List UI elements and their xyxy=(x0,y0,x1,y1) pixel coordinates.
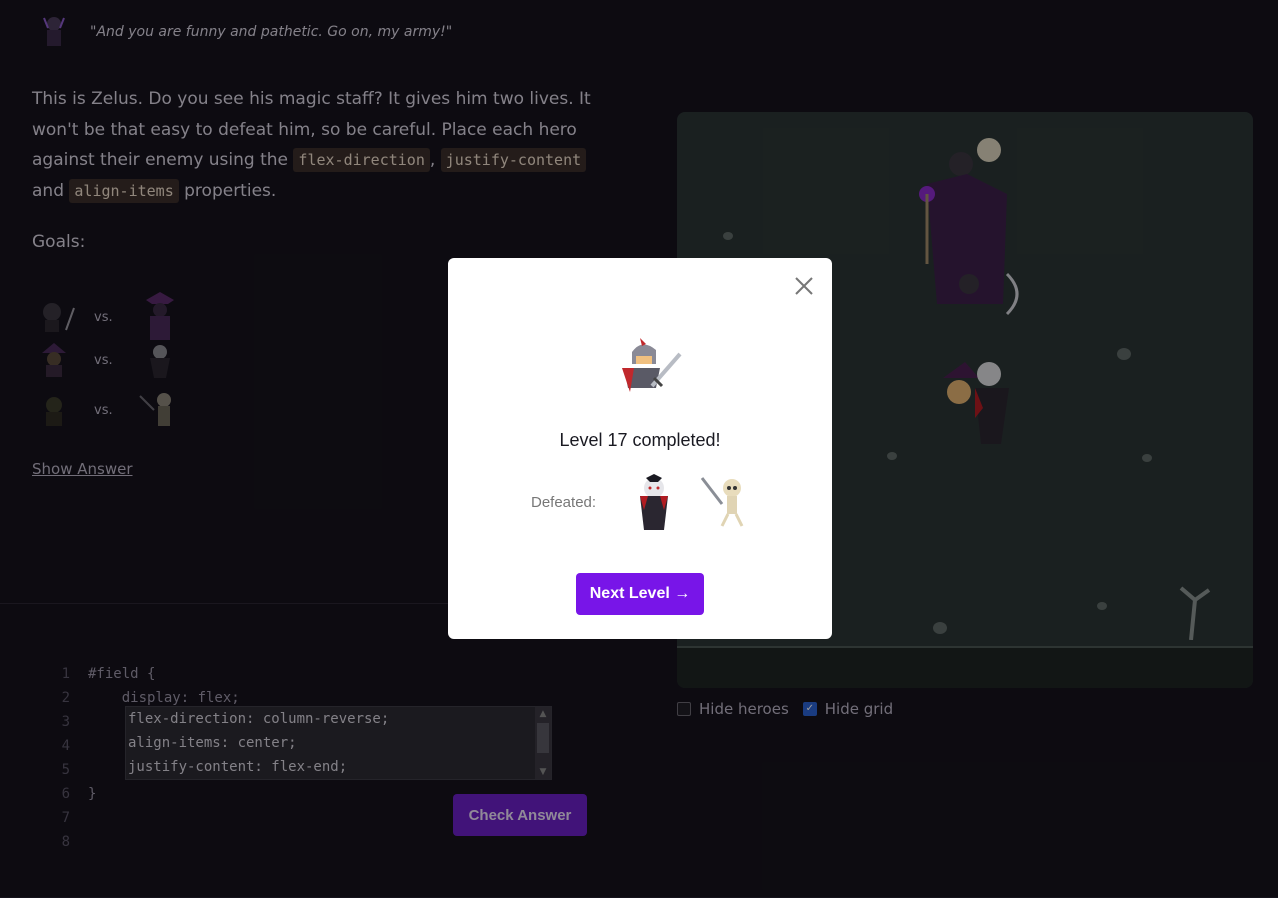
vampire-enemy-icon xyxy=(634,474,684,532)
level-complete-title: Level 17 completed! xyxy=(559,430,721,450)
knight-hero-icon xyxy=(616,338,684,394)
next-level-button[interactable]: Next Level → xyxy=(576,573,704,615)
close-icon[interactable] xyxy=(794,276,814,296)
defeated-label: Defeated: xyxy=(531,494,597,511)
skeleton-enemy-icon xyxy=(700,474,750,532)
level-complete-modal: Level 17 completed! Defeated: Next Level… xyxy=(448,258,832,639)
